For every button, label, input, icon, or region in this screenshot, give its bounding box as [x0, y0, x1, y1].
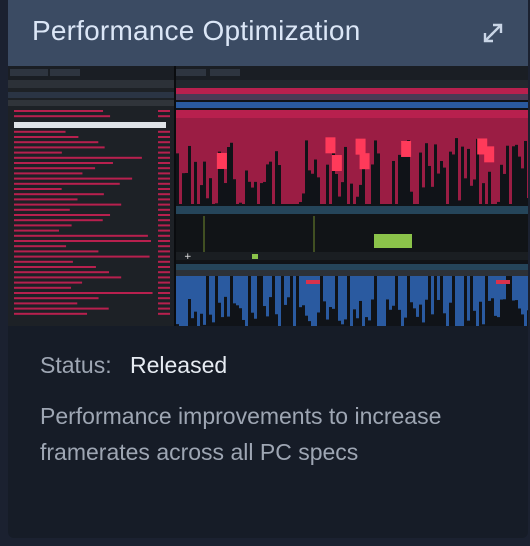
- card-header: Performance Optimization: [8, 0, 528, 66]
- card-description: Performance improvements to increase fra…: [40, 403, 442, 465]
- card-title: Performance Optimization: [32, 15, 361, 46]
- svg-text:+: +: [184, 252, 192, 262]
- status-value: Released: [130, 352, 228, 378]
- status-label: Status:: [40, 352, 112, 378]
- external-link-icon[interactable]: [482, 22, 504, 44]
- patch-card: Performance Optimization + Status: Relea…: [8, 0, 528, 538]
- status-row: Status: Released: [40, 352, 227, 379]
- profiler-screenshot: +: [8, 66, 528, 326]
